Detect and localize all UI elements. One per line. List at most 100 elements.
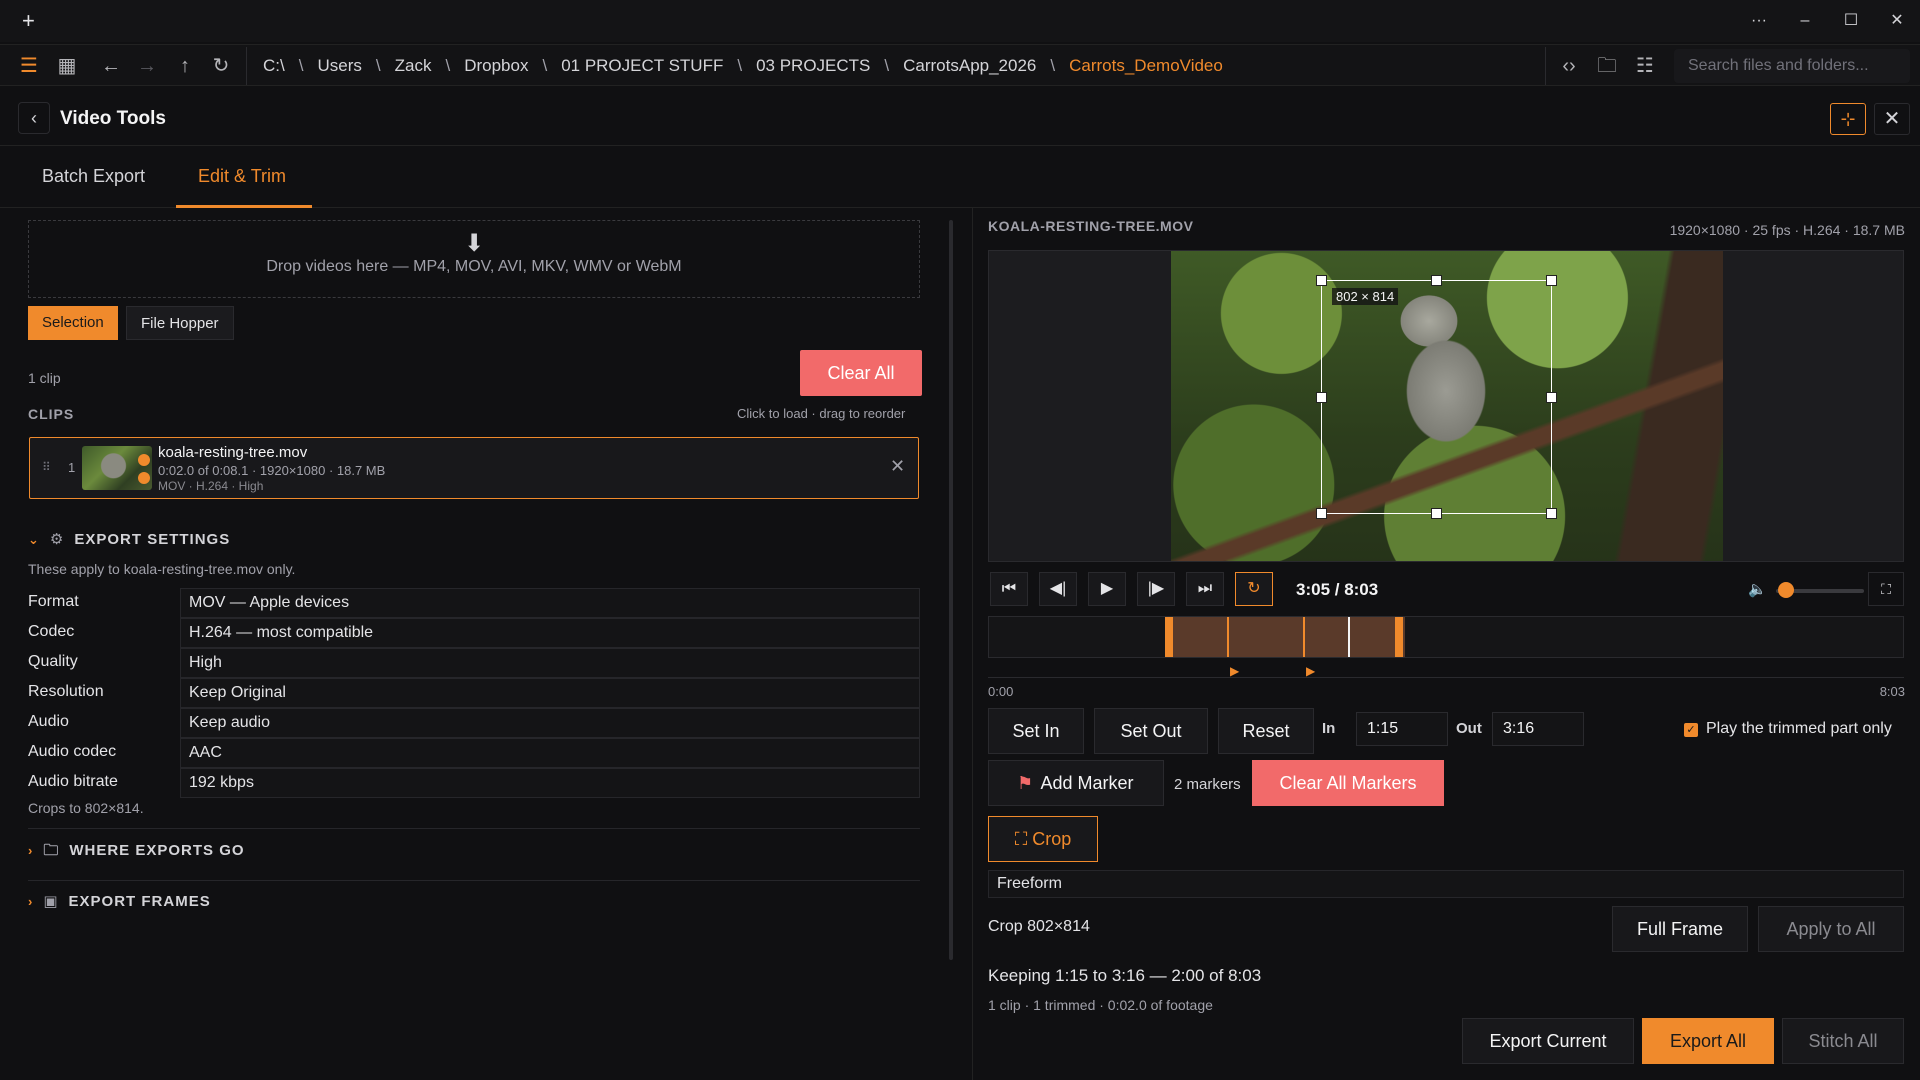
- collapse-icon: ⊹: [1840, 109, 1856, 129]
- segment-file-hopper[interactable]: File Hopper: [126, 306, 234, 340]
- play-icon: ▶: [1100, 580, 1114, 597]
- new-tab-button[interactable]: +: [22, 8, 35, 34]
- breadcrumb-item[interactable]: 03 PROJECTS: [756, 56, 870, 76]
- breadcrumb-current[interactable]: Carrots_DemoVideo: [1069, 56, 1223, 76]
- step-back-button[interactable]: ◀|: [1039, 572, 1077, 606]
- chevron-right-icon: ›: [28, 894, 34, 909]
- export-frames-header[interactable]: › ▣ EXPORT FRAMES: [28, 892, 211, 910]
- in-time-input[interactable]: 1:15: [1356, 712, 1448, 746]
- breadcrumb-item[interactable]: Zack: [395, 56, 432, 76]
- video-dropzone[interactable]: ⬇ Drop videos here — MP4, MOV, AVI, MKV,…: [28, 220, 920, 298]
- compact-view-button[interactable]: ⊹: [1830, 103, 1866, 135]
- gear-icon: ⚙: [49, 531, 65, 548]
- play-trimmed-checkbox[interactable]: ✓: [1684, 723, 1698, 737]
- skip-to-end-button[interactable]: ⏭: [1186, 572, 1224, 606]
- where-exports-go-header[interactable]: › 🗀 WHERE EXPORTS GO: [28, 840, 245, 865]
- search-input[interactable]: Search files and folders...: [1674, 49, 1910, 83]
- audio-bitrate-select[interactable]: 192 kbps: [180, 768, 920, 798]
- tab-batch-export[interactable]: Batch Export: [42, 166, 145, 187]
- set-in-button[interactable]: Set In: [988, 708, 1084, 754]
- stitch-all-button[interactable]: Stitch All: [1782, 1018, 1904, 1064]
- breadcrumb-item[interactable]: CarrotsApp_2026: [903, 56, 1036, 76]
- audio-codec-select[interactable]: AAC: [180, 738, 920, 768]
- fullscreen-button[interactable]: ⛶: [1868, 572, 1904, 606]
- crop-dimensions-label: 802 × 814: [1332, 288, 1399, 305]
- breadcrumb-item[interactable]: Users: [317, 56, 361, 76]
- format-select[interactable]: MOV — Apple devices: [180, 588, 920, 618]
- trim-timeline[interactable]: [988, 616, 1904, 658]
- crop-size-label: Crop 802×814: [988, 918, 1090, 935]
- set-out-button[interactable]: Set Out: [1094, 708, 1208, 754]
- marker-flag-icon[interactable]: ▶: [1306, 664, 1315, 678]
- quality-select[interactable]: High: [180, 648, 920, 678]
- more-options-button[interactable]: ···: [1736, 0, 1782, 42]
- reset-button[interactable]: Reset: [1218, 708, 1314, 754]
- volume-muted-icon[interactable]: 🔈: [1748, 580, 1767, 598]
- navigation-bar: ☰ ▦ ← → ↑ ↻ C:\ \ Users \ Zack \ Dropbox \ 0…: [0, 44, 1920, 86]
- forward-arrow-icon[interactable]: →: [134, 53, 160, 79]
- crop-button[interactable]: ⛶ Crop: [988, 816, 1098, 862]
- crop-handle[interactable]: [1316, 275, 1327, 286]
- remove-clip-icon[interactable]: ✕: [890, 456, 905, 477]
- close-tool-button[interactable]: ✕: [1874, 103, 1910, 135]
- folder-icon[interactable]: 🗀: [1594, 53, 1620, 79]
- crop-handle[interactable]: [1431, 508, 1442, 519]
- clear-all-button[interactable]: Clear All: [800, 350, 922, 396]
- step-forward-button[interactable]: |▶: [1137, 572, 1175, 606]
- crop-rectangle[interactable]: [1321, 280, 1552, 514]
- crop-handle[interactable]: [1316, 392, 1327, 403]
- code-view-icon[interactable]: ‹›: [1556, 53, 1582, 79]
- play-button[interactable]: ▶: [1088, 572, 1126, 606]
- crop-handle[interactable]: [1431, 275, 1442, 286]
- export-current-button[interactable]: Export Current: [1462, 1018, 1634, 1064]
- out-time-input[interactable]: 3:16: [1492, 712, 1584, 746]
- codec-select[interactable]: H.264 — most compatible: [180, 618, 920, 648]
- export-all-button[interactable]: Export All: [1642, 1018, 1774, 1064]
- maximize-button[interactable]: ☐: [1828, 0, 1874, 42]
- skip-to-start-button[interactable]: ⏮: [990, 572, 1028, 606]
- drag-handle-icon[interactable]: ⠿: [42, 460, 51, 474]
- breadcrumb-item[interactable]: C:\: [263, 56, 285, 76]
- apply-to-all-button[interactable]: Apply to All: [1758, 906, 1904, 952]
- timecode: 3:05 / 8:03: [1296, 580, 1379, 599]
- crop-mode-select[interactable]: Freeform: [988, 870, 1904, 898]
- setting-label: Audio: [28, 713, 69, 730]
- crop-note: Crops to 802×814.: [28, 800, 144, 816]
- image-icon: ▣: [43, 893, 59, 910]
- breadcrumb-item[interactable]: 01 PROJECT STUFF: [561, 56, 723, 76]
- export-settings-header[interactable]: ⌄ ⚙ EXPORT SETTINGS: [28, 530, 230, 548]
- crop-handle[interactable]: [1316, 508, 1327, 519]
- video-file-name: KOALA-RESTING-TREE.MOV: [988, 218, 1194, 234]
- tab-edit-trim[interactable]: Edit & Trim: [198, 166, 286, 187]
- left-scrollbar[interactable]: [949, 220, 953, 960]
- settings-sliders-icon[interactable]: ☷: [1632, 53, 1658, 79]
- up-arrow-icon[interactable]: ↑: [172, 53, 198, 79]
- trim-out-handle[interactable]: [1395, 617, 1403, 657]
- segment-selection[interactable]: Selection: [28, 306, 118, 340]
- volume-slider-knob[interactable]: [1778, 582, 1794, 598]
- full-frame-button[interactable]: Full Frame: [1612, 906, 1748, 952]
- marker-flag-icon[interactable]: ▶: [1230, 664, 1239, 678]
- crop-handle[interactable]: [1546, 392, 1557, 403]
- loop-button[interactable]: ↻: [1235, 572, 1273, 606]
- breadcrumb-item[interactable]: Dropbox: [464, 56, 528, 76]
- resolution-select[interactable]: Keep Original: [180, 678, 920, 708]
- setting-row: Audio Keep audio: [28, 708, 920, 738]
- add-marker-button[interactable]: ⚑ Add Marker: [988, 760, 1164, 806]
- clip-row[interactable]: ⠿ 1 koala-resting-tree.mov 0:02.0 of 0:0…: [29, 437, 919, 499]
- back-button[interactable]: ‹: [18, 102, 50, 134]
- crop-handle[interactable]: [1546, 275, 1557, 286]
- clear-all-markers-button[interactable]: Clear All Markers: [1252, 760, 1444, 806]
- close-window-button[interactable]: ✕: [1874, 0, 1920, 42]
- menu-icon[interactable]: ☰: [16, 53, 42, 79]
- refresh-icon[interactable]: ↻: [208, 53, 234, 79]
- setting-label: Codec: [28, 623, 75, 640]
- audio-select[interactable]: Keep audio: [180, 708, 920, 738]
- back-arrow-icon[interactable]: ←: [98, 53, 124, 79]
- grid-view-icon[interactable]: ▦: [54, 53, 80, 79]
- crop-handle[interactable]: [1546, 508, 1557, 519]
- playhead[interactable]: [1348, 617, 1350, 657]
- trim-in-handle[interactable]: [1165, 617, 1173, 657]
- panel-divider[interactable]: [972, 208, 973, 1080]
- minimize-button[interactable]: –: [1782, 0, 1828, 42]
